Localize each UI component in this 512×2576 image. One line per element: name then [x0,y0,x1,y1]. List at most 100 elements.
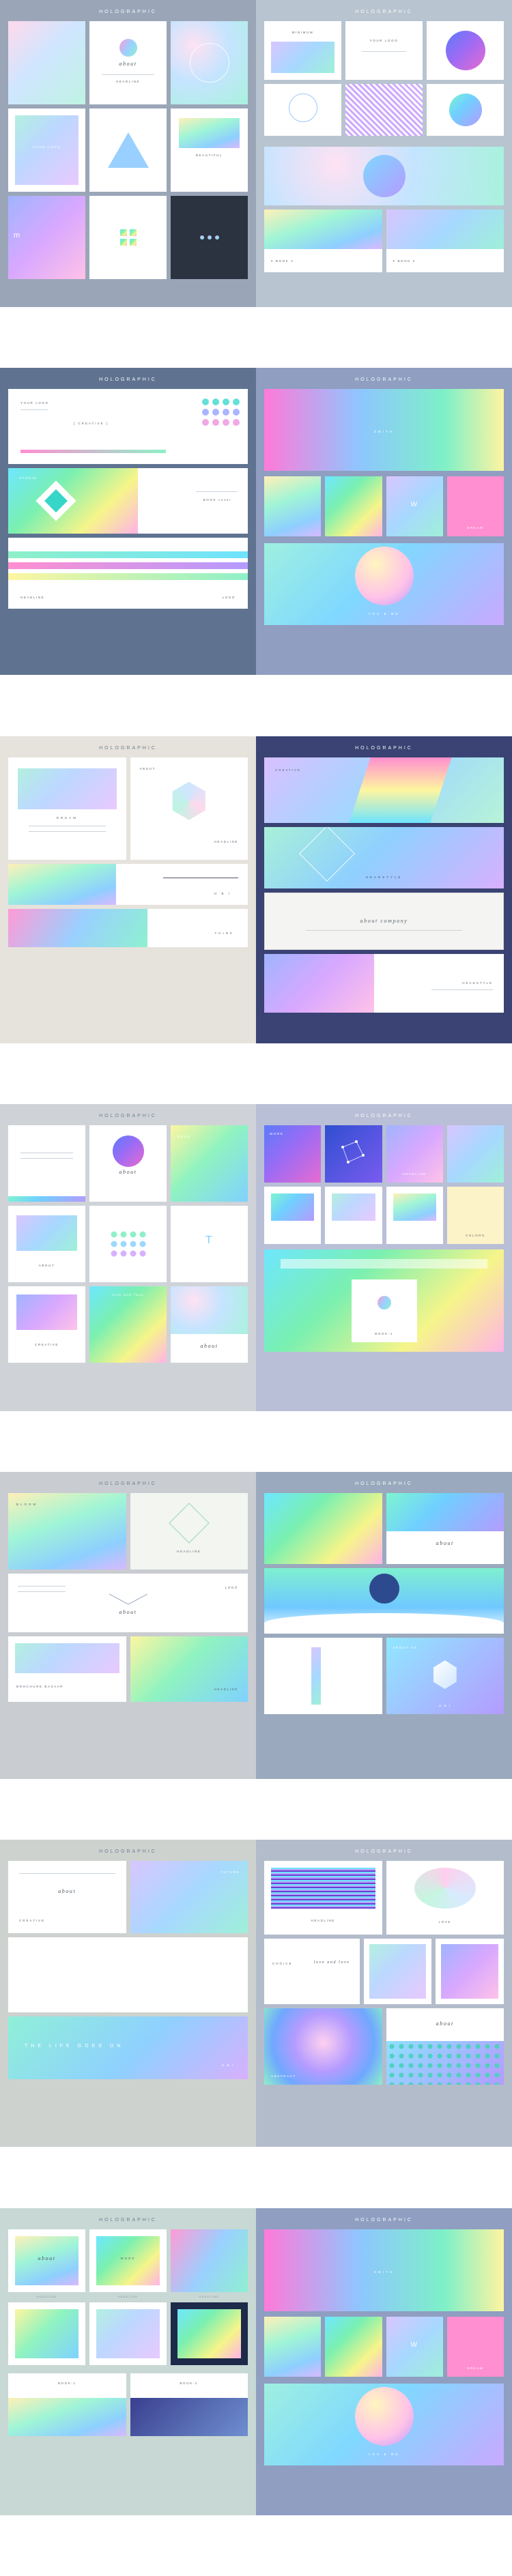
card[interactable]: HEADLINE [264,1861,382,1935]
panel-13: HOLOGRAPHIC about WORK HEADLINE HEADLINE… [0,2208,256,2515]
card[interactable]: CREATIVE about [8,1861,126,1934]
card[interactable]: HEADLINE [427,84,504,136]
card[interactable] [363,1939,432,2005]
card[interactable]: HEADLINE [386,1125,443,1183]
card[interactable]: BOOK-1 [8,2373,126,2436]
card[interactable] [446,1125,504,1183]
card-label: H B I [221,2064,234,2068]
card-label: ABOUT US [393,1646,418,1650]
card[interactable]: ABSTRACT [264,2008,382,2085]
card[interactable] [427,21,504,80]
card[interactable]: HEADLINE [345,84,423,136]
card[interactable]: ABOUT US U & I [386,1638,504,1715]
card[interactable] [8,1125,85,1202]
card[interactable]: CHOICE love and love [264,1939,360,2005]
card[interactable] [171,21,248,104]
card[interactable] [8,1937,248,2013]
card[interactable]: CREATIVE [8,1286,85,1363]
card[interactable] [89,1205,167,1282]
card[interactable]: MINIMUM [264,21,341,80]
card[interactable]: BOOK-2 [130,2373,248,2436]
card[interactable]: YOUR LOGO [8,108,85,192]
hero-card[interactable]: BOOK-1 [264,1249,504,1352]
card[interactable]: # BOOK 2 [386,209,504,272]
card[interactable] [89,196,167,279]
card[interactable] [264,1568,504,1634]
inner-card[interactable]: BOOK-1 [351,1279,417,1342]
card[interactable]: BOOK [171,1125,248,1202]
card[interactable]: YOUR LOGO [345,21,423,80]
card[interactable]: CREATIVE [264,757,504,823]
card[interactable]: BROCHURE BAZAAR [8,1636,126,1703]
card[interactable] [386,1186,443,1244]
card[interactable]: HEADLINE [325,2316,382,2377]
card[interactable]: T [171,1205,248,1282]
card[interactable] [89,108,167,192]
card[interactable]: HEADSTYLE [264,953,504,1013]
card[interactable]: HEADLINE [130,1493,248,1570]
card[interactable]: FUTURE [130,1861,248,1934]
hero-card-2[interactable]: YOU & ME [264,543,504,626]
card[interactable]: # BOOK 1 [264,209,382,272]
card[interactable]: about HEADLINE [89,21,167,104]
card[interactable]: HEADLINE [130,1636,248,1703]
card[interactable]: HEADLINE [264,2316,322,2377]
card[interactable]: THINK [8,908,248,947]
card[interactable] [89,2302,167,2365]
hero-card[interactable] [264,147,504,205]
card[interactable]: HEADSTYLE [264,826,504,888]
card[interactable] [436,1939,504,2005]
card[interactable]: HEADLINE [325,476,382,537]
panel-9: HOLOGRAPHIC BLOOM HEADLINE about LOGO BR… [0,1472,256,1780]
hero-card-2[interactable]: YOU & ME [264,2383,504,2465]
card[interactable]: HEADLINE LOGO [8,538,248,609]
card[interactable]: HEADLINE [264,476,322,537]
card[interactable] [264,1186,322,1244]
card[interactable]: HEADLINE [264,84,341,136]
card[interactable]: DREAM [8,757,126,860]
card[interactable]: DREAM [446,476,504,537]
card[interactable]: about [89,1125,167,1202]
card[interactable]: DREAM [446,2316,504,2377]
card[interactable]: [ CREATIVE ] YOUR LOGO [8,389,248,465]
card[interactable] [171,196,248,279]
card[interactable]: WORK [264,1125,322,1183]
hero-card[interactable]: SMITH [264,389,504,472]
card[interactable] [264,1638,382,1715]
card[interactable]: ABOUT HEADLINE [130,757,248,860]
card-grid: about [264,1493,504,1565]
card-label: BEAUTIFUL [195,154,223,157]
card[interactable] [325,1125,382,1183]
card[interactable]: m [8,196,85,279]
card[interactable]: STUDIO BOOK cover [8,468,248,534]
card[interactable]: COLORS [446,1186,504,1244]
panel-title: HOLOGRAPHIC [355,1113,413,1118]
card[interactable] [8,21,85,104]
card[interactable]: about company [264,892,504,950]
card[interactable]: BLOOM [8,1493,126,1570]
card[interactable]: WORK [89,2229,167,2292]
card[interactable] [8,2302,85,2365]
panel-14: HOLOGRAPHIC SMITH HEADLINE HEADLINE W DR… [256,2208,512,2515]
hero-card[interactable]: SMITH [264,2229,504,2311]
card[interactable] [325,1186,382,1244]
card[interactable]: love and face [89,1286,167,1363]
panel-title: HOLOGRAPHIC [355,1481,413,1487]
card[interactable] [171,2229,248,2292]
card[interactable]: LOVE [386,1861,504,1935]
card[interactable] [171,2302,248,2365]
card[interactable]: about LOGO [8,1574,248,1633]
card[interactable]: BEAUTIFUL [171,108,248,192]
card[interactable]: W [386,2316,443,2377]
card[interactable]: ABOUT [8,1205,85,1282]
card[interactable]: about [386,2008,504,2085]
card[interactable]: THE LIFE GOES ON H B I [8,2016,248,2080]
card[interactable]: about [386,1493,504,1565]
card[interactable]: H B I [8,863,248,905]
card[interactable]: about [8,2229,85,2292]
card[interactable]: about [171,1286,248,1363]
card[interactable]: W [386,476,443,537]
card-label: THINK [214,931,234,935]
panel-title: HOLOGRAPHIC [99,745,157,751]
card[interactable] [264,1493,382,1565]
